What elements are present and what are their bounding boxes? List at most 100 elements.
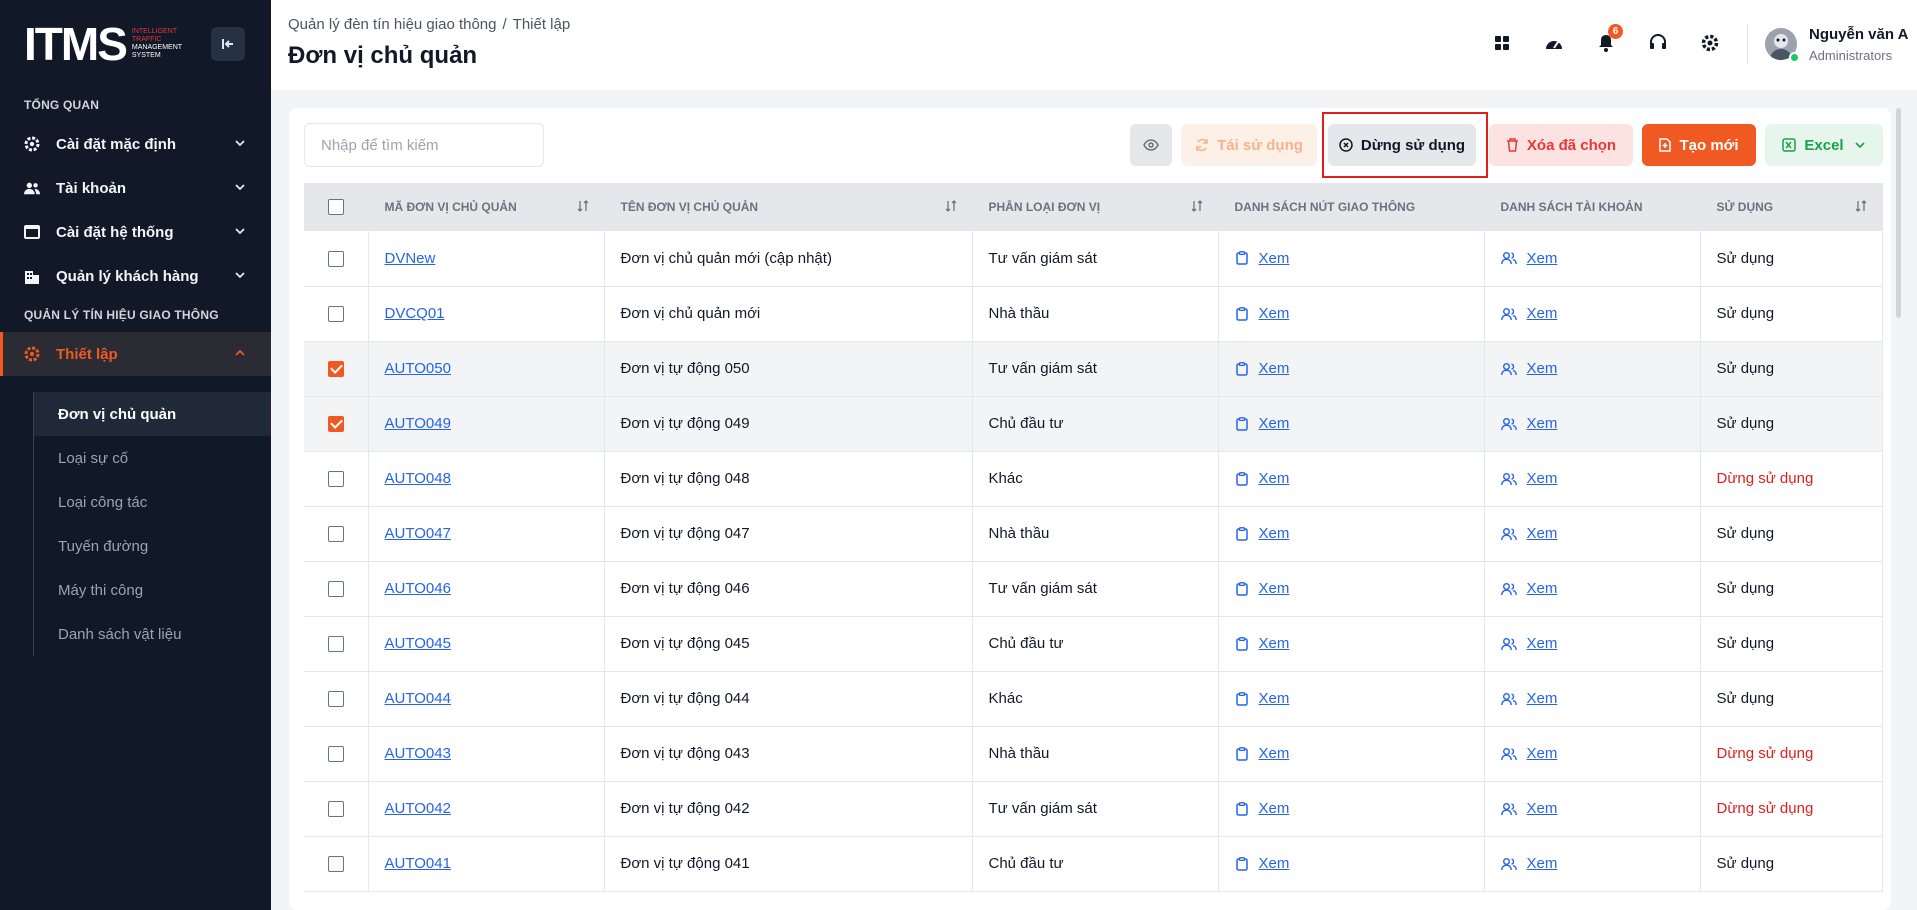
sidebar-item-setup[interactable]: Thiết lập [0,332,271,376]
view-intersections-link[interactable]: Xem [1235,525,1484,542]
breadcrumb-item[interactable]: Thiết lập [513,16,571,33]
table-row[interactable]: AUTO045 Đơn vị tự động 045 Chủ đầu tư Xem Xe… [304,616,1883,672]
dashboard-button[interactable] [1541,30,1567,56]
unit-code-link[interactable]: AUTO047 [385,525,451,542]
table-row[interactable]: AUTO049 Đơn vị tự động 049 Chủ đầu tư Xem Xe… [304,396,1883,452]
select-all-checkbox[interactable] [327,199,344,215]
column-header-code[interactable]: MÃ ĐƠN VỊ CHỦ QUẢN [368,183,605,231]
unit-code-link[interactable]: AUTO044 [385,690,451,707]
row-checkbox[interactable] [327,746,344,763]
row-checkbox[interactable] [327,856,344,873]
breadcrumb-item[interactable]: Quản lý đèn tín hiệu giao thông [288,16,497,33]
sidebar-subitem-incident-types[interactable]: Loại sự cố [34,436,271,480]
row-checkbox[interactable] [327,471,344,488]
sort-icon[interactable] [944,199,958,216]
unit-code-link[interactable]: AUTO041 [385,855,451,872]
sort-icon[interactable] [1854,199,1868,216]
unit-code-link[interactable]: AUTO048 [385,470,451,487]
row-checkbox[interactable] [327,306,344,323]
table-row[interactable]: AUTO046 Đơn vị tự động 046 Tư vấn giám sát… [304,561,1883,617]
clipboard-icon [1235,581,1259,596]
view-intersections-link[interactable]: Xem [1235,415,1484,432]
view-accounts-link[interactable]: Xem [1500,525,1700,542]
sidebar-item-default-settings[interactable]: Cài đặt mặc định [0,122,271,166]
unit-code-link[interactable]: AUTO045 [385,635,451,652]
row-checkbox[interactable] [327,250,344,267]
view-accounts-link[interactable]: Xem [1500,635,1700,652]
user-name[interactable]: Nguyễn văn A [1809,26,1908,43]
view-accounts-link[interactable]: Xem [1500,305,1700,322]
toggle-columns-button[interactable] [1130,124,1172,166]
view-intersections-link[interactable]: Xem [1235,250,1484,267]
sidebar-subitem-machinery[interactable]: Máy thi công [34,568,271,612]
unit-code-link[interactable]: AUTO049 [385,415,451,432]
notifications-button[interactable]: 6 [1593,24,1623,56]
view-accounts-link[interactable]: Xem [1500,800,1700,817]
view-accounts-link[interactable]: Xem [1500,580,1700,597]
unit-code-link[interactable]: DVNew [385,250,436,267]
view-accounts-link[interactable]: Xem [1500,415,1700,432]
row-checkbox[interactable] [327,526,344,543]
view-intersections-link[interactable]: Xem [1235,470,1484,487]
delete-selected-button[interactable]: Xóa đã chọn [1489,124,1633,166]
sidebar-item-system-settings[interactable]: Cài đặt hệ thống [0,210,271,254]
view-accounts-link[interactable]: Xem [1500,470,1700,487]
table-row[interactable]: DVNew Đơn vị chủ quản mới (cập nhật) Tư vấ… [304,231,1883,287]
apps-button[interactable] [1489,30,1515,56]
view-intersections-link[interactable]: Xem [1235,635,1484,652]
row-checkbox[interactable] [327,801,344,818]
view-accounts-link[interactable]: Xem [1500,250,1700,267]
unit-code-link[interactable]: AUTO050 [385,360,451,377]
table-row[interactable]: AUTO050 Đơn vị tự động 050 Tư vấn giám sát… [304,341,1883,397]
settings-button[interactable] [1697,30,1723,56]
view-accounts-link[interactable]: Xem [1500,745,1700,762]
search-input[interactable] [304,123,544,167]
sidebar-item-accounts[interactable]: Tài khoản [0,166,271,210]
view-intersections-link[interactable]: Xem [1235,580,1484,597]
view-label: Xem [1526,470,1558,487]
view-intersections-link[interactable]: Xem [1235,690,1484,707]
row-checkbox[interactable] [327,361,344,378]
excel-export-button[interactable]: Excel [1765,124,1883,166]
view-accounts-link[interactable]: Xem [1500,360,1700,377]
table-row[interactable]: AUTO041 Đơn vị tự động 041 Chủ đầu tư Xem Xe… [304,836,1883,892]
support-button[interactable] [1645,30,1671,56]
column-header-name[interactable]: TÊN ĐƠN VỊ CHỦ QUẢN [604,183,973,231]
table-row[interactable]: AUTO047 Đơn vị tự động 047 Nhà thầu Xem Xem S… [304,506,1883,562]
collapse-sidebar-button[interactable] [211,27,245,61]
sort-icon[interactable] [1190,199,1204,216]
view-intersections-link[interactable]: Xem [1235,745,1484,762]
unit-code-link[interactable]: DVCQ01 [385,305,445,322]
sidebar-subitem-materials[interactable]: Danh sách vật liệu [34,612,271,656]
table-row[interactable]: DVCQ01 Đơn vị chủ quản mới Nhà thầu Xem Xem S… [304,286,1883,342]
column-header-type[interactable]: PHÂN LOẠI ĐƠN VỊ [972,183,1219,231]
view-intersections-link[interactable]: Xem [1235,855,1484,872]
row-checkbox[interactable] [327,691,344,708]
view-intersections-link[interactable]: Xem [1235,305,1484,322]
sidebar-item-customers[interactable]: Quản lý khách hàng [0,254,271,298]
unit-code-link[interactable]: AUTO043 [385,745,451,762]
page-scrollbar[interactable] [1896,108,1901,318]
view-accounts-link[interactable]: Xem [1500,855,1700,872]
unit-code-link[interactable]: AUTO046 [385,580,451,597]
sort-icon[interactable] [576,199,590,216]
row-checkbox[interactable] [327,636,344,653]
view-intersections-link[interactable]: Xem [1235,800,1484,817]
view-accounts-link[interactable]: Xem [1500,690,1700,707]
sidebar-subitem-routes[interactable]: Tuyến đường [34,524,271,568]
reuse-button[interactable]: Tái sử dụng [1181,124,1317,166]
table-row[interactable]: AUTO044 Đơn vị tự động 044 Khác Xem Xem Sử dụ… [304,671,1883,727]
sidebar-subitem-work-types[interactable]: Loại công tác [34,480,271,524]
table-row[interactable]: AUTO043 Đơn vị tự động 043 Nhà thầu Xem Xem D… [304,726,1883,782]
stop-using-button[interactable]: Dừng sử dụng [1328,124,1476,166]
unit-type: Khác [972,451,1219,507]
view-intersections-link[interactable]: Xem [1235,360,1484,377]
sidebar-subitem-managing-units[interactable]: Đơn vị chủ quản [34,392,271,436]
row-checkbox[interactable] [327,581,344,598]
row-checkbox[interactable] [327,416,344,433]
table-row[interactable]: AUTO048 Đơn vị tự động 048 Khác Xem Xem Dừng … [304,451,1883,507]
table-row[interactable]: AUTO042 Đơn vị tự động 042 Tư vấn giám sát… [304,781,1883,837]
column-header-usage[interactable]: SỬ DỤNG [1700,183,1883,231]
unit-code-link[interactable]: AUTO042 [385,800,451,817]
create-new-button[interactable]: Tạo mới [1642,124,1756,166]
